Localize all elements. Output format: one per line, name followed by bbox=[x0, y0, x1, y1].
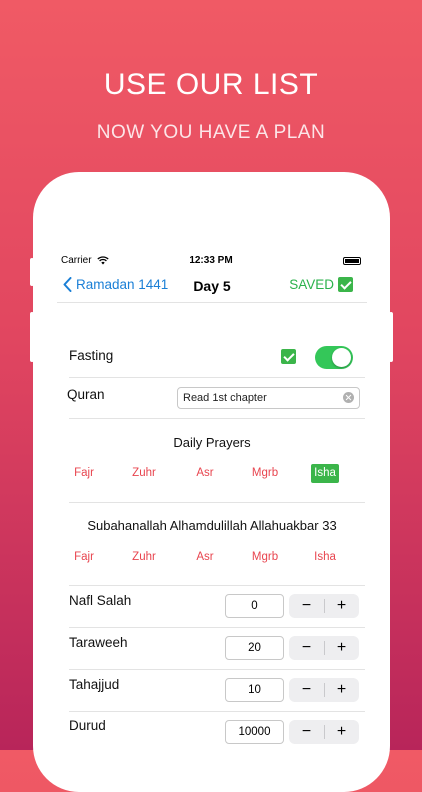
row-divider bbox=[69, 502, 365, 503]
quran-input[interactable]: Read 1st chapter bbox=[177, 387, 360, 409]
plus-icon[interactable]: + bbox=[324, 720, 359, 744]
saved-button[interactable]: SAVED bbox=[289, 277, 353, 292]
clear-icon[interactable] bbox=[343, 392, 354, 403]
nafl-salah-stepper[interactable]: − + bbox=[289, 594, 359, 618]
prayer-isha-button[interactable]: Isha bbox=[311, 464, 339, 483]
dhikr-title: Subahanallah Alhamdulillah Allahuakbar 3… bbox=[87, 518, 337, 533]
prayer-mgrb-button[interactable]: Mgrb bbox=[245, 467, 285, 479]
taraweeh-label: Taraweeh bbox=[69, 635, 128, 650]
tahajjud-value[interactable]: 10 bbox=[225, 678, 284, 702]
row-divider bbox=[69, 418, 365, 419]
minus-icon[interactable]: − bbox=[289, 720, 324, 744]
taraweeh-value[interactable]: 20 bbox=[225, 636, 284, 660]
taraweeh-stepper[interactable]: − + bbox=[289, 636, 359, 660]
quran-input-value: Read 1st chapter bbox=[183, 392, 267, 404]
minus-icon[interactable]: − bbox=[289, 594, 324, 618]
nafl-salah-label: Nafl Salah bbox=[69, 593, 132, 608]
dhikr-isha-button[interactable]: Isha bbox=[305, 551, 345, 563]
status-time: 12:33 PM bbox=[189, 255, 233, 266]
row-divider bbox=[69, 377, 365, 378]
durud-value[interactable]: 10000 bbox=[225, 720, 284, 744]
check-mark-icon bbox=[338, 277, 353, 292]
row-divider bbox=[69, 627, 365, 628]
app-screen: Carrier 12:33 PM Ramadan 1441 Day 5 SAVE… bbox=[57, 172, 367, 792]
dhikr-asr-button[interactable]: Asr bbox=[185, 551, 225, 563]
nafl-salah-value[interactable]: 0 bbox=[225, 594, 284, 618]
promo-subtitle: NOW YOU HAVE A PLAN bbox=[96, 122, 326, 143]
dhikr-mgrb-button[interactable]: Mgrb bbox=[245, 551, 285, 563]
saved-label: SAVED bbox=[289, 277, 334, 292]
fasting-label: Fasting bbox=[69, 348, 114, 363]
tahajjud-stepper[interactable]: − + bbox=[289, 678, 359, 702]
promo-title: USE OUR LIST bbox=[103, 68, 319, 101]
fasting-toggle[interactable] bbox=[315, 346, 353, 369]
prayer-fajr-button[interactable]: Fajr bbox=[64, 467, 104, 479]
row-divider bbox=[69, 585, 365, 586]
row-divider bbox=[69, 669, 365, 670]
tahajjud-label: Tahajjud bbox=[69, 677, 120, 692]
row-divider bbox=[69, 711, 365, 712]
daily-prayers-title: Daily Prayers bbox=[173, 435, 251, 450]
plus-icon[interactable]: + bbox=[324, 636, 359, 660]
quran-label: Quran bbox=[67, 387, 105, 402]
dhikr-zuhr-button[interactable]: Zuhr bbox=[124, 551, 164, 563]
minus-icon[interactable]: − bbox=[289, 678, 324, 702]
durud-stepper[interactable]: − + bbox=[289, 720, 359, 744]
prayer-asr-button[interactable]: Asr bbox=[185, 467, 225, 479]
plus-icon[interactable]: + bbox=[324, 678, 359, 702]
prayer-zuhr-button[interactable]: Zuhr bbox=[124, 467, 164, 479]
battery-icon bbox=[343, 257, 361, 265]
navbar-divider bbox=[57, 302, 367, 303]
dhikr-fajr-button[interactable]: Fajr bbox=[64, 551, 104, 563]
minus-icon[interactable]: − bbox=[289, 636, 324, 660]
plus-icon[interactable]: + bbox=[324, 594, 359, 618]
status-bar: Carrier 12:33 PM bbox=[61, 255, 361, 269]
fasting-check-icon bbox=[281, 349, 296, 364]
durud-label: Durud bbox=[69, 718, 106, 733]
phone-frame: Carrier 12:33 PM Ramadan 1441 Day 5 SAVE… bbox=[33, 172, 390, 792]
navigation-bar: Ramadan 1441 Day 5 SAVED bbox=[57, 276, 367, 300]
